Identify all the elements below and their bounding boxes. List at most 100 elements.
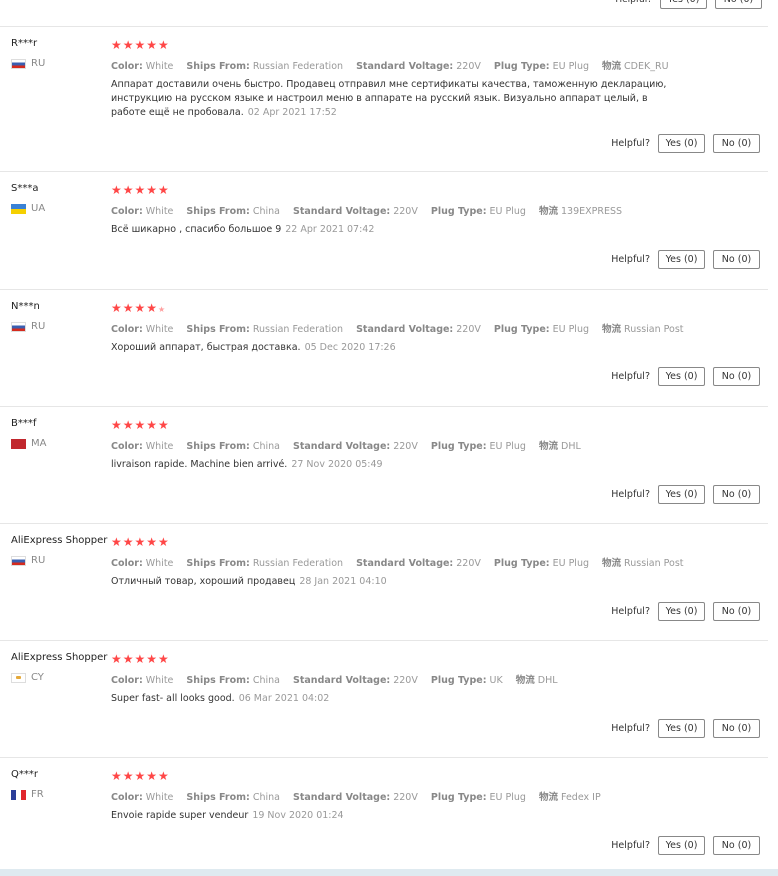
- color-value: White: [145, 675, 174, 686]
- plug-type-value: EU Plug: [552, 324, 589, 335]
- plug-type-label: Plug Type:: [430, 441, 487, 452]
- helpful-label: Helpful?: [611, 606, 650, 617]
- helpful-no-button[interactable]: No (0): [713, 602, 760, 621]
- reviewer-country: MA: [11, 438, 46, 449]
- voltage-value: 220V: [456, 324, 481, 335]
- voltage-value: 220V: [393, 792, 418, 803]
- review-feedback: Helpful? Yes (0) No (0): [611, 250, 760, 269]
- review-feedback: Helpful? Yes (0) No (0): [611, 367, 760, 386]
- review-feedback: Helpful? Yes (0) No (0): [611, 602, 760, 621]
- review-date: 27 Nov 2020 05:49: [291, 459, 383, 470]
- ships-from-label: Ships From:: [186, 675, 250, 686]
- ships-from-label: Ships From:: [186, 324, 250, 335]
- review-attributes: Color: White Ships From: Russian Federatio…: [111, 58, 679, 72]
- helpful-no-button[interactable]: No (0): [713, 367, 760, 386]
- star-rating: ★★★★★: [111, 38, 170, 52]
- review-date: 19 Nov 2020 01:24: [252, 810, 344, 821]
- review-text: Всё шикарно , спасибо большое 9: [111, 224, 282, 235]
- voltage-label: Standard Voltage:: [356, 61, 454, 72]
- reviewer-name: R***r: [11, 38, 38, 49]
- helpful-label: Helpful?: [611, 489, 650, 500]
- review-feedback: Helpful? Yes (0) No (0): [611, 134, 760, 153]
- helpful-yes-button[interactable]: Yes (0): [658, 836, 705, 855]
- plug-type-value: EU Plug: [552, 61, 589, 72]
- ships-from-label: Ships From:: [186, 792, 250, 803]
- ships-from-value: Russian Federation: [252, 558, 344, 569]
- ships-from-value: China: [252, 441, 280, 452]
- color-label: Color:: [111, 61, 143, 72]
- plug-type-value: EU Plug: [489, 441, 526, 452]
- helpful-label: Helpful?: [611, 254, 650, 265]
- reviewer-country: CY: [11, 672, 44, 683]
- review-content: Аппарат доставили очень быстро. Продавец…: [111, 78, 676, 120]
- bottom-bar: [0, 869, 778, 876]
- logistics-value: 139EXPRESS: [561, 206, 623, 217]
- logistics-label: 物流: [515, 675, 535, 686]
- country-code: RU: [31, 321, 46, 332]
- logistics-value: DHL: [537, 675, 558, 686]
- review-content: Super fast- all looks good. 06 Mar 2021 0…: [111, 692, 676, 706]
- cyprus-flag-icon: [11, 672, 26, 683]
- review-text: Envoie rapide super vendeur: [111, 810, 249, 821]
- reviewer-name: AliExpress Shopper: [11, 652, 108, 663]
- helpful-yes-button[interactable]: Yes (0): [658, 367, 705, 386]
- review-feedback: Helpful? Yes (0) No (0): [611, 836, 760, 855]
- helpful-no-button[interactable]: No (0): [713, 134, 760, 153]
- ships-from-label: Ships From:: [186, 441, 250, 452]
- plug-type-value: EU Plug: [489, 206, 526, 217]
- france-flag-icon: [11, 789, 26, 800]
- star-rating: ★★★★★: [111, 535, 170, 549]
- review-content: Отличный товар, хороший продавец 28 Jan 2…: [111, 575, 676, 589]
- review-text: Хороший аппарат, быстрая доставка.: [111, 342, 301, 353]
- star-rating: ★★★★★: [111, 183, 170, 197]
- voltage-value: 220V: [456, 558, 481, 569]
- review-attributes: Color: White Ships From: China Standard Vo…: [111, 438, 591, 452]
- logistics-label: 物流: [602, 324, 622, 335]
- plug-type-label: Plug Type:: [493, 61, 550, 72]
- review-item: Q***r FR ★★★★★ Color: White Ships From: Ch…: [0, 757, 768, 870]
- helpful-yes-button[interactable]: Yes (0): [658, 485, 705, 504]
- logistics-value: DHL: [561, 441, 581, 452]
- previous-review-feedback: Helpful? Yes (0) No (0): [615, 0, 762, 9]
- review-date: 06 Mar 2021 04:02: [238, 693, 330, 704]
- color-label: Color:: [111, 558, 143, 569]
- helpful-no-button[interactable]: No (0): [713, 836, 760, 855]
- voltage-label: Standard Voltage:: [293, 675, 391, 686]
- review-date: 28 Jan 2021 04:10: [299, 576, 387, 587]
- review-date: 02 Apr 2021 17:52: [247, 107, 337, 118]
- review-content: Всё шикарно , спасибо большое 9 22 Apr 20…: [111, 223, 676, 237]
- helpful-label: Helpful?: [611, 138, 650, 149]
- helpful-no-button[interactable]: No (0): [713, 719, 760, 738]
- plug-type-label: Plug Type:: [430, 206, 487, 217]
- voltage-label: Standard Voltage:: [356, 558, 454, 569]
- helpful-yes-button[interactable]: Yes (0): [658, 602, 705, 621]
- voltage-label: Standard Voltage:: [293, 206, 391, 217]
- country-code: MA: [31, 438, 47, 449]
- helpful-label: Helpful?: [611, 371, 650, 382]
- voltage-value: 220V: [393, 675, 418, 686]
- star-rating: ★★★★★: [111, 418, 170, 432]
- helpful-no-button[interactable]: No (0): [713, 485, 760, 504]
- logistics-label: 物流: [602, 558, 622, 569]
- voltage-value: 220V: [456, 61, 481, 72]
- voltage-value: 220V: [393, 206, 418, 217]
- helpful-no-button[interactable]: No (0): [715, 0, 762, 9]
- review-attributes: Color: White Ships From: Russian Federatio…: [111, 321, 694, 335]
- helpful-yes-button[interactable]: Yes (0): [658, 719, 705, 738]
- ships-from-value: Russian Federation: [252, 324, 344, 335]
- reviewer-country: RU: [11, 321, 45, 332]
- review-text: Super fast- all looks good.: [111, 693, 235, 704]
- ships-from-label: Ships From:: [186, 61, 250, 72]
- color-label: Color:: [111, 206, 143, 217]
- helpful-yes-button[interactable]: Yes (0): [658, 250, 705, 269]
- logistics-value: Russian Post: [624, 558, 684, 569]
- reviewer-country: UA: [11, 203, 45, 214]
- helpful-no-button[interactable]: No (0): [713, 250, 760, 269]
- helpful-yes-button[interactable]: Yes (0): [658, 134, 705, 153]
- ships-from-label: Ships From:: [186, 558, 250, 569]
- helpful-yes-button[interactable]: Yes (0): [660, 0, 707, 9]
- star-rating: ★★★★★: [111, 301, 167, 315]
- color-value: White: [145, 558, 174, 569]
- voltage-label: Standard Voltage:: [293, 441, 391, 452]
- ships-from-label: Ships From:: [186, 206, 250, 217]
